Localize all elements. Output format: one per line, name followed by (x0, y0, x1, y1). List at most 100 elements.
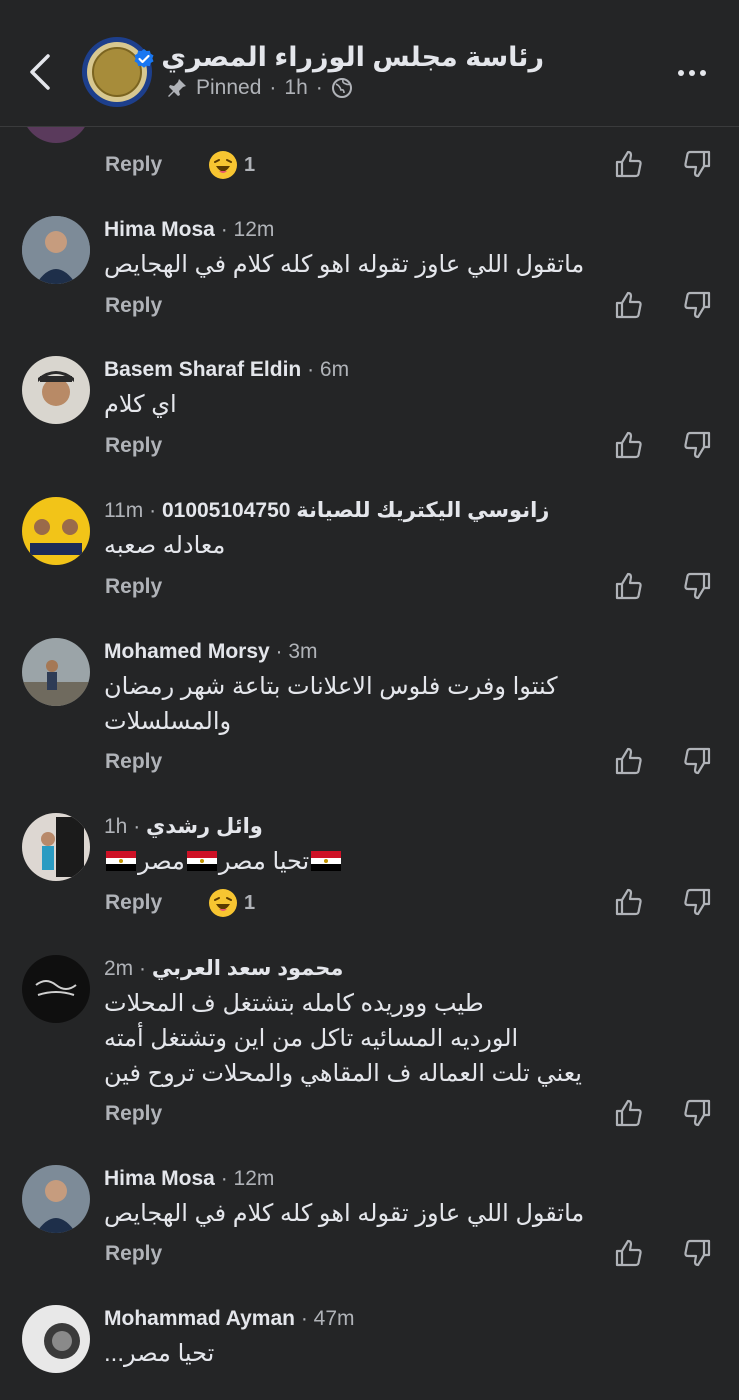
comment-header: 1h · وائل رشدي (104, 813, 263, 841)
comment-actions: Reply (0, 570, 739, 604)
comments-feed: Reply 1 Hima Mosa · 12m ماتقول اللي عاوز… (0, 0, 739, 1400)
thumbs-up-icon[interactable] (613, 887, 643, 917)
thumbs-down-icon[interactable] (683, 887, 713, 917)
reply-button[interactable]: Reply (105, 1097, 162, 1131)
reply-button[interactable]: Reply (105, 886, 162, 920)
avatar[interactable] (22, 638, 90, 706)
thumbs-down-icon[interactable] (683, 430, 713, 460)
comment-text-line: الورديه المسائيه تاكل من اين وتشتغل أمته (104, 1025, 519, 1052)
post-time: 1h (284, 76, 308, 99)
haha-emoji-icon (209, 889, 237, 917)
reply-button[interactable]: Reply (105, 148, 162, 182)
avatar-photo (22, 955, 90, 1023)
more-dots-icon[interactable] (678, 63, 718, 79)
comment-actions: Reply (0, 289, 739, 323)
thumbs-up-icon[interactable] (613, 571, 643, 601)
author-name[interactable]: Basem Sharaf Eldin (104, 358, 301, 381)
thumbs-down-icon[interactable] (683, 1098, 713, 1128)
thumbs-down-icon[interactable] (683, 1238, 713, 1268)
comment-text: تحيا مصر... (104, 1340, 215, 1367)
reaction-summary[interactable]: 1 (208, 886, 255, 920)
comment-text-line: يعني تلت العماله ف المقاهي والمحلات تروح… (104, 1060, 582, 1087)
avatar-photo (22, 1305, 90, 1373)
avatar-photo (22, 216, 90, 284)
comment-text-line: كنتوا وفرت فلوس الاعلانات بتاعة شهر رمضا… (104, 673, 558, 700)
thumbs-up-icon[interactable] (613, 290, 643, 320)
page-title-text: رئاسة مجلس الوزراء المصري (161, 42, 544, 72)
comment-time: · 6m (307, 358, 350, 381)
thumbs-up-icon[interactable] (613, 430, 643, 460)
comment-actions: Reply (0, 1097, 739, 1131)
comment-time: · 3m (275, 640, 318, 663)
avatar[interactable] (22, 1305, 90, 1373)
text-segment: مصر (138, 848, 185, 875)
avatar[interactable] (22, 813, 90, 881)
reply-button[interactable]: Reply (105, 289, 162, 323)
text-segment: تحيا مصر (218, 848, 310, 875)
comment-actions: Reply (0, 1237, 739, 1271)
avatar-photo (22, 1165, 90, 1233)
chevron-left-icon[interactable] (24, 52, 58, 92)
author-name[interactable]: محمود سعد العربي (152, 957, 344, 980)
post-header: رئاسة مجلس الوزراء المصري Pinned · 1h · (0, 0, 739, 127)
comment-actions: Reply 1 (0, 148, 739, 182)
globe-icon (331, 78, 352, 98)
comment-header: 11m · زانوسي اليكتريك للصيانة 0100510475… (104, 497, 549, 525)
comment-header: 2m · محمود سعد العربي (104, 955, 343, 983)
reply-button[interactable]: Reply (105, 570, 162, 604)
comment-time: 2m · (104, 957, 146, 980)
reply-button[interactable]: Reply (105, 1237, 162, 1271)
comment-time: 1h · (104, 815, 141, 838)
comment-time: · 12m (220, 218, 275, 241)
comment-text: معادله صعبه (104, 532, 226, 559)
comment-text: تحيا مصر مصر (104, 844, 404, 879)
comment-text: ماتقول اللي عاوز تقوله اهو كله كلام في ا… (104, 251, 585, 278)
thumbs-down-icon[interactable] (683, 149, 713, 179)
avatar[interactable] (22, 356, 90, 424)
comment-header: Hima Mosa · 12m (104, 1165, 274, 1193)
thumbs-up-icon[interactable] (613, 746, 643, 776)
thumbs-down-icon[interactable] (683, 290, 713, 320)
avatar-photo (22, 497, 90, 565)
thumbs-up-icon[interactable] (613, 149, 643, 179)
comment-text: ماتقول اللي عاوز تقوله اهو كله كلام في ا… (104, 1200, 585, 1227)
avatar-photo (22, 638, 90, 706)
thumbs-up-icon[interactable] (613, 1098, 643, 1128)
thumbs-up-icon[interactable] (613, 1238, 643, 1268)
egypt-flag-icon (186, 851, 217, 871)
avatar[interactable] (22, 1165, 90, 1233)
avatar[interactable] (22, 497, 90, 565)
comment-text-line: والمسلسلات (104, 708, 232, 735)
author-name[interactable]: Mohammad Ayman (104, 1307, 295, 1330)
comment-time: · 12m (220, 1167, 275, 1190)
author-name[interactable]: Hima Mosa (104, 218, 215, 241)
comment-actions: Reply (0, 745, 739, 779)
author-name[interactable]: وائل رشدي (146, 815, 263, 838)
post-meta: Pinned · 1h · (166, 76, 353, 100)
author-name[interactable]: Hima Mosa (104, 1167, 215, 1190)
comment-time: 11m · (104, 499, 157, 522)
comment-text-line: طيب ووريده كامله بتشتغل ف المحلات (104, 990, 484, 1017)
author-name[interactable]: زانوسي اليكتريك للصيانة 01005104750 (162, 499, 549, 522)
comment-text: اي كلام (104, 391, 177, 418)
comment-header: Basem Sharaf Eldin · 6m (104, 356, 349, 384)
reply-button[interactable]: Reply (105, 745, 162, 779)
avatar[interactable] (22, 216, 90, 284)
reaction-summary[interactable]: 1 (208, 148, 255, 182)
pin-icon (168, 79, 186, 97)
comment-header: Mohammad Ayman · 47m (104, 1305, 355, 1333)
comment-actions: Reply (0, 429, 739, 463)
thumbs-down-icon[interactable] (683, 571, 713, 601)
reply-button[interactable]: Reply (105, 429, 162, 463)
separator: · (269, 76, 277, 99)
avatar[interactable] (22, 955, 90, 1023)
verified-badge-icon (134, 48, 154, 68)
separator: · (315, 76, 323, 99)
page-title[interactable]: رئاسة مجلس الوزراء المصري (134, 40, 544, 74)
comment-actions: Reply 1 (0, 886, 739, 920)
haha-emoji-icon (209, 151, 237, 179)
author-name[interactable]: Mohamed Morsy (104, 640, 270, 663)
thumbs-down-icon[interactable] (683, 746, 713, 776)
avatar-photo (22, 356, 90, 424)
comment-header: Mohamed Morsy · 3m (104, 638, 318, 666)
